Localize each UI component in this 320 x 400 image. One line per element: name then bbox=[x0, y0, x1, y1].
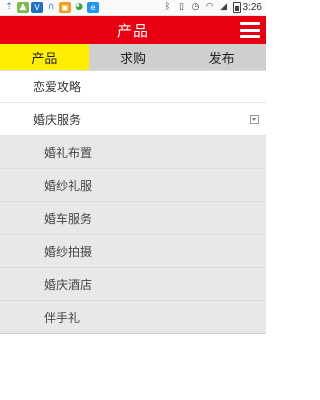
tab-products[interactable]: 产品 bbox=[0, 44, 89, 70]
submenu-item[interactable]: 婚礼布置 bbox=[0, 136, 266, 169]
battery-icon bbox=[232, 2, 241, 13]
submenu-item[interactable]: 婚车服务 bbox=[0, 202, 266, 235]
wedding-services-submenu: 婚礼布置 婚纱礼服 婚车服务 婚纱拍摄 婚庆酒店 伴手礼 bbox=[0, 136, 266, 334]
vibrate-icon: ▯ bbox=[179, 2, 184, 12]
submenu-item[interactable]: 婚纱礼服 bbox=[0, 169, 266, 202]
list-item-love-guide[interactable]: 恋爱攻略 bbox=[0, 71, 266, 103]
collapse-icon[interactable] bbox=[250, 115, 259, 124]
submenu-item[interactable]: 婚庆酒店 bbox=[0, 268, 266, 301]
menu-button[interactable] bbox=[240, 20, 260, 40]
submenu-item[interactable]: 伴手礼 bbox=[0, 301, 266, 334]
status-time: 3:26 bbox=[242, 2, 262, 13]
alarm-icon: ◷ bbox=[191, 2, 200, 12]
list-item-label: 婚庆服务 bbox=[33, 112, 82, 127]
app-icon: ▣ bbox=[59, 2, 71, 13]
tab-purchase[interactable]: 求购 bbox=[88, 44, 178, 70]
app-screen: ⇡ ▲ V ∩ ▣ ◕ e ᛒ ▯ ◷ ◠ ◢ 3:26 产品 产品 求购 发布… bbox=[0, 0, 267, 400]
page-title: 产品 bbox=[116, 21, 149, 40]
status-bar: ⇡ ▲ V ∩ ▣ ◕ e ᛒ ▯ ◷ ◠ ◢ 3:26 bbox=[0, 0, 266, 16]
tab-publish[interactable]: 发布 bbox=[177, 44, 267, 70]
browser-icon: e bbox=[87, 2, 99, 13]
hamburger-icon-bar bbox=[240, 22, 260, 25]
usb-icon: ⇡ bbox=[5, 2, 13, 12]
signal-icon: ◢ bbox=[220, 2, 227, 12]
submenu-item[interactable]: 婚纱拍摄 bbox=[0, 235, 266, 268]
app-header: 产品 bbox=[0, 16, 266, 44]
hamburger-icon-bar bbox=[240, 35, 260, 38]
list-item-wedding-services[interactable]: 婚庆服务 bbox=[0, 103, 266, 136]
category-list: 恋爱攻略 婚庆服务 婚礼布置 婚纱礼服 婚车服务 婚纱拍摄 婚庆酒店 伴手礼 bbox=[0, 70, 266, 334]
photo-icon: ▲ bbox=[17, 2, 29, 13]
bluetooth-icon: ᛒ bbox=[164, 2, 171, 12]
tab-bar: 产品 求购 发布 bbox=[0, 44, 267, 70]
hamburger-icon-bar bbox=[240, 28, 260, 32]
wifi-icon: ◠ bbox=[205, 2, 214, 12]
vpn-icon: V bbox=[31, 2, 43, 13]
chat-icon: ◕ bbox=[75, 2, 83, 12]
headset-icon: ∩ bbox=[47, 2, 55, 12]
